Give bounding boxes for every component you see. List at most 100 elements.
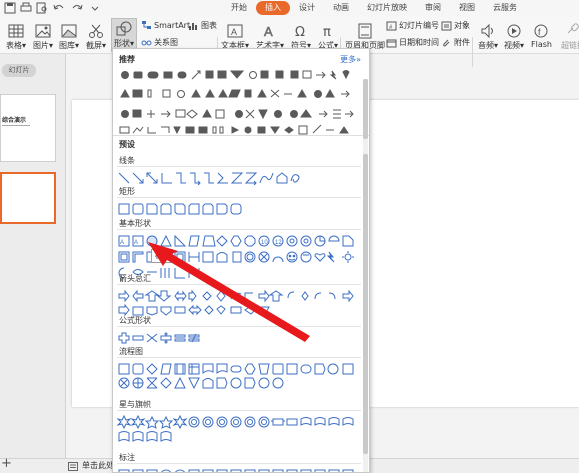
picture-label: 图片 (33, 41, 49, 50)
tab-review[interactable]: 审阅 (416, 1, 450, 15)
redo-icon[interactable] (70, 2, 84, 14)
screenshot-button[interactable]: 截屏▾ (86, 21, 106, 51)
notes-placeholder[interactable]: 单击此处 (82, 459, 114, 473)
superlink-label: 超链接 (561, 41, 579, 50)
paperclip-icon (443, 39, 450, 47)
picture-button[interactable]: 图片▾ (33, 21, 53, 51)
category-rectangles-title: 矩形 (117, 186, 361, 198)
tab-insert[interactable]: 插入 (256, 1, 290, 15)
category-callouts-title: 标注 (117, 452, 361, 464)
header-footer-button[interactable]: 页眉和页脚 (345, 21, 385, 51)
chart-label: 图表 (201, 21, 217, 30)
slide-number-icon: # (386, 21, 397, 31)
slides-tab[interactable]: 幻灯片 (2, 64, 36, 77)
dropdown-arrow-icon[interactable] (88, 2, 102, 14)
tab-animation[interactable]: 动画 (324, 1, 358, 15)
svg-text:Ω: Ω (295, 25, 305, 39)
add-slide-icon[interactable]: + (1, 457, 12, 471)
slide-thumbnail-2[interactable] (0, 172, 56, 224)
print-icon[interactable] (19, 2, 33, 14)
category-arrows: 箭头总汇 (117, 273, 361, 319)
datetime-label: 日期和时间 (399, 38, 439, 47)
star-banner-shapes[interactable] (117, 415, 361, 445)
omega-icon: Ω (295, 25, 305, 39)
save-icon[interactable] (3, 2, 17, 14)
svg-text:10: 10 (261, 240, 268, 246)
gallery-button[interactable]: 图库▾ (59, 21, 79, 51)
textbox-button[interactable]: A 文本框▾ (221, 21, 249, 51)
audio-button[interactable]: 音频▾ (478, 21, 498, 51)
wordart-button[interactable]: A 艺术字▾ (256, 21, 284, 51)
speaker-icon (481, 23, 493, 39)
header-footer-icon (358, 23, 372, 39)
tab-view[interactable]: 视图 (450, 1, 484, 15)
slide-thumbnail-1[interactable]: 综合演示 (0, 94, 56, 162)
attachment-button[interactable]: 附件 (441, 37, 470, 48)
tab-home[interactable]: 开始 (222, 1, 256, 15)
table-icon (8, 24, 24, 38)
link-icon (567, 23, 579, 34)
picture-icon (35, 24, 51, 38)
svg-text:A: A (120, 240, 124, 246)
category-formula-title: 公式形状 (117, 315, 361, 327)
wordart-icon: A (264, 24, 274, 39)
smartart-label: SmartArt (154, 20, 191, 30)
tab-cloud[interactable]: 云服务 (484, 1, 526, 15)
undo-icon[interactable] (52, 2, 66, 14)
category-rectangles: 矩形 (117, 186, 361, 216)
smartart-icon (142, 21, 151, 29)
tab-design[interactable]: 设计 (290, 1, 324, 15)
scrollbar-thumb[interactable] (363, 154, 368, 454)
ribbon-tabs: 开始 插入 设计 动画 幻灯片放映 审阅 视图 云服务 (222, 1, 526, 15)
relation-label: 关系图 (154, 38, 178, 47)
object-icon (441, 21, 452, 30)
shape-button[interactable]: 形状▾ (111, 18, 137, 52)
flowchart-shapes[interactable] (117, 362, 361, 392)
gallery-icon (61, 24, 77, 38)
preset-scrollbar[interactable] (363, 154, 368, 472)
svg-text:A: A (134, 240, 138, 246)
more-shapes-link[interactable]: 更多» (340, 54, 361, 65)
category-lines: 线条 (117, 155, 361, 185)
chart-button[interactable]: 图表 (188, 20, 217, 31)
slide-number-label: 幻灯片编号 (399, 21, 439, 30)
chart-icon (189, 22, 197, 30)
superlink-button[interactable]: 超链接 (561, 21, 579, 51)
gallery-label: 图库 (59, 41, 75, 50)
object-button[interactable]: 对象 (441, 20, 470, 31)
category-basic-shapes-title: 基本形状 (117, 218, 361, 230)
video-icon (507, 24, 521, 38)
print-preview-icon[interactable] (35, 2, 49, 14)
svg-text:f: f (538, 27, 541, 37)
smartart-button[interactable]: SmartArt (141, 20, 190, 30)
scrollbar-thumb[interactable] (363, 79, 368, 139)
recommended-shapes[interactable] (113, 66, 363, 136)
relation-button[interactable]: 关系图 (141, 37, 178, 48)
datetime-button[interactable]: 日期和时间 (386, 37, 439, 48)
category-stars-banners-title: 星与旗帜 (117, 399, 361, 411)
audio-label: 音频 (478, 41, 494, 50)
lines-shapes[interactable] (117, 171, 361, 185)
callout-shapes[interactable] (117, 468, 361, 473)
flash-button[interactable]: f Flash (531, 21, 552, 49)
video-label: 视频 (504, 41, 520, 50)
tab-slideshow[interactable]: 幻灯片放映 (358, 1, 416, 15)
formula-shapes[interactable] (117, 331, 361, 345)
pi-icon: π (323, 25, 331, 39)
category-formula: 公式形状 (117, 315, 361, 345)
table-label: 表格 (6, 41, 22, 50)
recommend-heading: 推荐 (119, 55, 135, 64)
symbol-button[interactable]: Ω 符号▾ (291, 21, 311, 51)
slide-number-button[interactable]: # 幻灯片编号 (386, 20, 439, 31)
calendar-icon (386, 39, 397, 47)
table-button[interactable]: 表格▾ (6, 21, 26, 51)
category-arrows-title: 箭头总汇 (117, 273, 361, 285)
category-flowchart: 流程图 (117, 346, 361, 392)
attachment-label: 附件 (454, 38, 470, 47)
formula-button[interactable]: π 公式▾ (318, 21, 338, 51)
rectangle-shapes[interactable] (117, 202, 361, 216)
video-button[interactable]: 视频▾ (504, 21, 524, 51)
relation-icon (141, 40, 152, 45)
slide-thumbnail-title: 综合演示 (2, 117, 27, 124)
recommended-shapes-grid (113, 66, 363, 136)
